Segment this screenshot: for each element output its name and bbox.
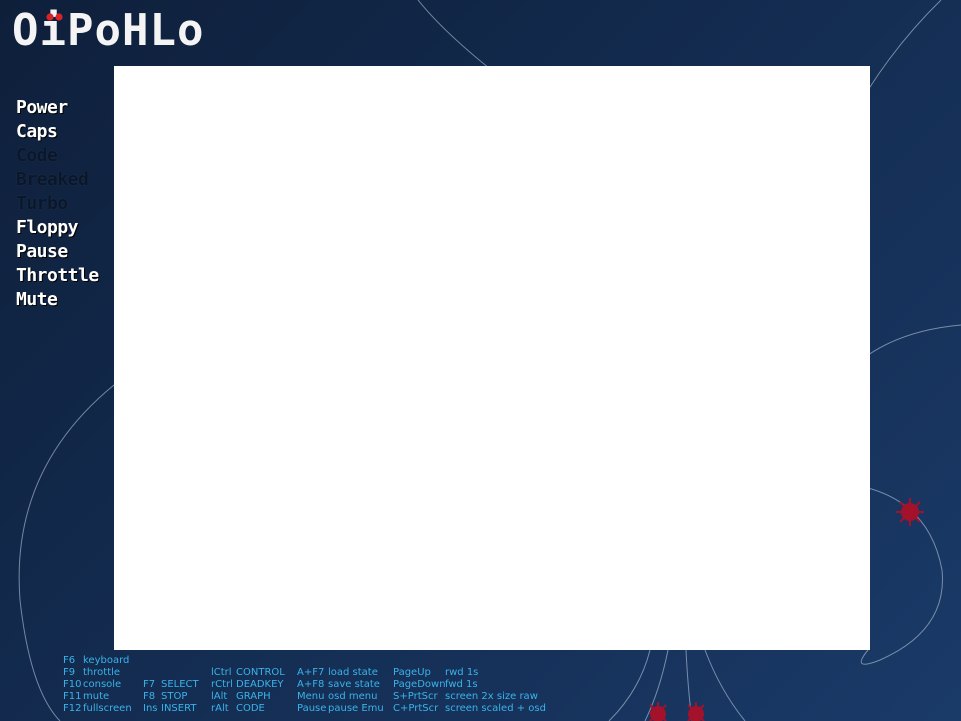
help-action: screen 2x size raw [445, 691, 538, 702]
help-row: PageDown fwd 1s [393, 679, 546, 691]
help-action: DEADKEY [236, 679, 284, 690]
help-key: A+F7 [297, 667, 325, 678]
help-action: GRAPH [236, 691, 271, 702]
help-action: SELECT [161, 679, 199, 690]
help-key: lCtrl [211, 667, 232, 678]
help-action: load state [328, 667, 378, 678]
help-action: console [83, 679, 122, 690]
help-row: S+PrtScr screen 2x size raw [393, 691, 546, 703]
help-row: F7 SELECT [143, 679, 199, 691]
help-row: PageUp rwd 1s [393, 667, 546, 679]
help-column-msx-keys: F7 SELECT F8 STOP Ins INSERT [143, 655, 199, 715]
help-action: osd menu [328, 691, 378, 702]
bug-sprite-bottom-2 [687, 702, 705, 721]
help-key: A+F8 [297, 679, 325, 690]
led-pause: Pause [16, 241, 68, 262]
led-mute: Mute [16, 289, 58, 310]
help-row: F10 console [63, 679, 132, 691]
led-throttle: Throttle [16, 265, 99, 286]
help-action: pause Emu [328, 703, 384, 714]
help-key: PageDown [393, 679, 446, 690]
help-key: F8 [143, 691, 156, 702]
help-action: save state [328, 679, 380, 690]
help-row: F8 STOP [143, 691, 199, 703]
help-row: C+PrtScr screen scaled + osd [393, 703, 546, 715]
help-action: CODE [236, 703, 265, 714]
help-action: CONTROL [236, 667, 285, 678]
help-key: F10 [63, 679, 82, 690]
help-key: Menu [297, 691, 325, 702]
help-row: lAlt GRAPH [211, 691, 285, 703]
help-action: INSERT [161, 703, 197, 714]
help-row: rCtrl DEADKEY [211, 679, 285, 691]
led-breaked: Breaked [16, 169, 89, 190]
help-key: F6 [63, 655, 76, 666]
help-row: F6 keyboard [63, 655, 132, 667]
led-turbo: Turbo [16, 193, 68, 214]
help-action: mute [83, 691, 110, 702]
help-action: rwd 1s [445, 667, 479, 678]
emulator-screen[interactable] [114, 66, 870, 650]
logo-dots [46, 13, 63, 21]
help-action: fwd 1s [445, 679, 478, 690]
help-row: lCtrl CONTROL [211, 667, 285, 679]
led-floppy: Floppy [16, 217, 79, 238]
help-key: F7 [143, 679, 156, 690]
help-action: STOP [161, 691, 188, 702]
help-row: Ins INSERT [143, 703, 199, 715]
help-row: F11 mute [63, 691, 132, 703]
help-row: Menu osd menu [297, 691, 384, 703]
help-row: rAlt CODE [211, 703, 285, 715]
bug-sprite-bottom-1 [649, 702, 667, 721]
bug-sprite-right [896, 498, 924, 526]
led-power: Power [16, 97, 68, 118]
led-status-panel: Power Caps Code Breaked Turbo Floppy Pau… [16, 96, 99, 312]
help-key: S+PrtScr [393, 691, 438, 702]
help-action: screen scaled + osd [445, 703, 546, 714]
help-key: PageUp [393, 667, 431, 678]
help-row: A+F8 save state [297, 679, 384, 691]
help-column-modifier-keys: lCtrl CONTROL rCtrl DEADKEY lAlt GRAPH rAlt… [211, 655, 285, 715]
help-key: F11 [63, 691, 82, 702]
help-key: F9 [63, 667, 76, 678]
help-row: F9 throttle [63, 667, 132, 679]
help-action: keyboard [83, 655, 130, 666]
led-code: Code [16, 145, 58, 166]
help-row: A+F7 load state [297, 667, 384, 679]
help-key: F12 [63, 703, 82, 714]
help-key: Ins [143, 703, 158, 714]
help-action: fullscreen [83, 703, 132, 714]
help-column-function-keys: F6 keyboard F9 throttle F10 console F11 mute… [63, 655, 132, 715]
help-action: throttle [83, 667, 121, 678]
help-key: Pause [297, 703, 327, 714]
led-caps: Caps [16, 121, 58, 142]
help-row: F12 fullscreen [63, 703, 132, 715]
help-key: C+PrtScr [393, 703, 439, 714]
help-column-state-keys: A+F7 load state A+F8 save state Menu osd me… [297, 655, 384, 715]
help-key: rAlt [211, 703, 229, 714]
help-column-rewind-screenshot-keys: PageUp rwd 1s PageDown fwd 1s S+PrtScr scre… [393, 655, 546, 715]
help-key: lAlt [211, 691, 228, 702]
help-row: Pause pause Emu [297, 703, 384, 715]
help-key: rCtrl [211, 679, 233, 690]
